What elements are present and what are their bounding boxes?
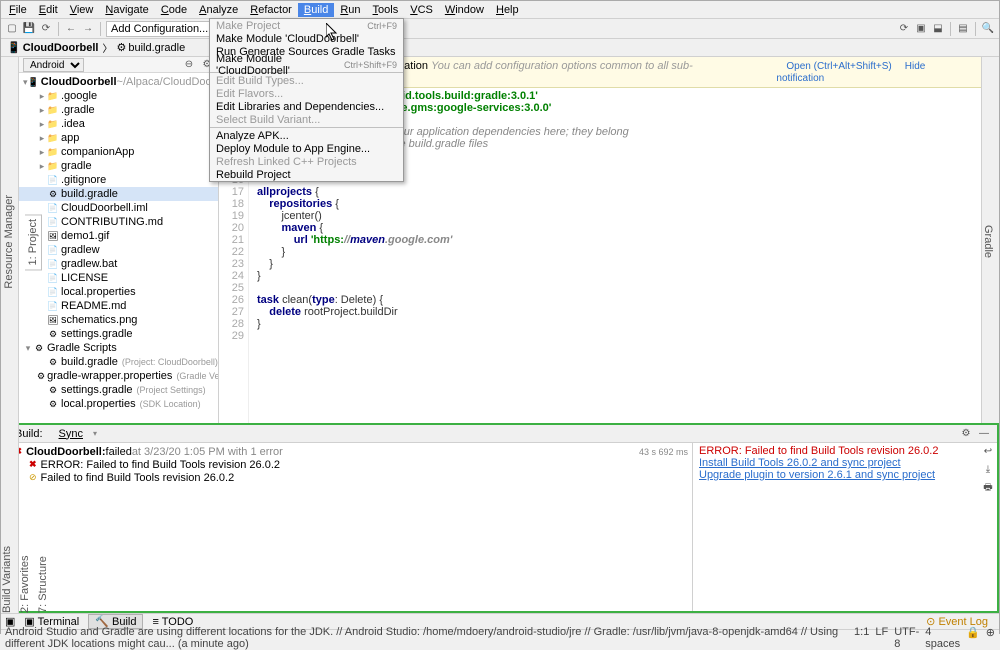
open-project-structure-link[interactable]: Open (Ctrl+Alt+Shift+S) xyxy=(786,61,891,72)
gradle-tab[interactable]: Gradle xyxy=(982,225,994,258)
navigation-bar: 📱 CloudDoorbell〉 ⚙ build.gradle xyxy=(1,39,999,57)
tree-node[interactable]: ▸📁.idea xyxy=(19,117,218,131)
menu-item[interactable]: Make Module 'CloudDoorbell'Ctrl+Shift+F9 xyxy=(210,58,403,71)
menu-file[interactable]: File xyxy=(3,3,33,17)
menu-item[interactable]: Deploy Module to App Engine... xyxy=(210,142,403,155)
memory-icon[interactable]: ⊕ xyxy=(986,626,995,650)
tree-node[interactable]: 📄gradlew xyxy=(19,243,218,257)
tree-node[interactable]: ⚙settings.gradle(Project Settings) xyxy=(19,383,218,397)
tree-node[interactable]: ⚙gradle-wrapper.properties(Gradle Versio… xyxy=(19,369,218,383)
encoding[interactable]: UTF-8 xyxy=(894,626,919,650)
sync-icon[interactable]: ⟳ xyxy=(897,22,911,36)
build-output[interactable]: ERROR: Failed to find Build Tools revisi… xyxy=(693,443,997,611)
tree-node[interactable]: ▸📁companionApp xyxy=(19,145,218,159)
menu-analyze[interactable]: Analyze xyxy=(193,3,244,17)
menu-build[interactable]: Build xyxy=(298,3,334,17)
tree-node[interactable]: ▸📁app xyxy=(19,131,218,145)
search-icon[interactable]: 🔍 xyxy=(981,22,995,36)
menu-code[interactable]: Code xyxy=(155,3,193,17)
breadcrumb-file[interactable]: ⚙ build.gradle xyxy=(116,41,185,54)
menu-refactor[interactable]: Refactor xyxy=(244,3,298,17)
build-variants-tab[interactable]: Build Variants xyxy=(1,427,13,613)
project-tree[interactable]: ▾📱CloudDoorbell ~/Alpaca/CloudDoorbell▸📁… xyxy=(19,73,218,413)
structure-tab[interactable]: 7: Structure xyxy=(37,427,49,613)
open-icon[interactable]: ▢ xyxy=(5,22,19,36)
menu-vcs[interactable]: VCS xyxy=(404,3,439,17)
save-icon[interactable]: 💾 xyxy=(22,22,36,36)
line-ending[interactable]: LF xyxy=(875,626,888,650)
forward-icon[interactable]: → xyxy=(81,22,95,36)
back-icon[interactable]: ← xyxy=(64,22,78,36)
tree-node[interactable]: 📄gradlew.bat xyxy=(19,257,218,271)
menu-view[interactable]: View xyxy=(64,3,100,17)
build-tool-window: Build: Sync▾ ⚙ — ▾✖CloudDoorbell: failed… xyxy=(1,423,999,613)
build-tree[interactable]: ▾✖CloudDoorbell: failed at 3/23/20 1:05 … xyxy=(3,443,693,611)
menu-edit[interactable]: Edit xyxy=(33,3,64,17)
menu-item: Make ProjectCtrl+F9 xyxy=(210,19,403,32)
favorites-tab[interactable]: 2: Favorites xyxy=(19,427,31,613)
left-tool-strip: Resource Manager 1: Project xyxy=(1,57,19,423)
tree-node[interactable]: 📄local.properties xyxy=(19,285,218,299)
menu-window[interactable]: Window xyxy=(439,3,490,17)
add-configuration-dropdown[interactable]: Add Configuration...▾ xyxy=(106,21,223,37)
menu-help[interactable]: Help xyxy=(490,3,525,17)
scroll-end-icon[interactable]: ⤓ xyxy=(981,463,995,477)
tree-node[interactable]: 📄LICENSE xyxy=(19,271,218,285)
avd-icon[interactable]: ▣ xyxy=(914,22,928,36)
breadcrumb-project[interactable]: 📱 CloudDoorbell xyxy=(7,41,98,54)
collapse-icon[interactable]: ⊖ xyxy=(182,58,196,72)
sync-tab[interactable]: Sync xyxy=(53,427,89,441)
tree-node[interactable]: 📄README.md xyxy=(19,299,218,313)
tree-node[interactable]: 📄CloudDoorbell.iml xyxy=(19,201,218,215)
project-header: Android ⊖ ⚙ xyxy=(19,57,218,73)
status-message: Android Studio and Gradle are using diff… xyxy=(5,626,854,650)
menu-item[interactable]: Edit Libraries and Dependencies... xyxy=(210,100,403,113)
menu-navigate[interactable]: Navigate xyxy=(99,3,154,17)
install-build-tools-link[interactable]: Install Build Tools 26.0.2 and sync proj… xyxy=(699,457,991,469)
menubar: FileEditViewNavigateCodeAnalyzeRefactorB… xyxy=(1,1,999,19)
tree-node[interactable]: ▸📁gradle xyxy=(19,159,218,173)
sdk-icon[interactable]: ⬓ xyxy=(931,22,945,36)
menu-item[interactable]: Analyze APK... xyxy=(210,129,403,142)
structure-icon[interactable]: ▤ xyxy=(956,22,970,36)
menu-run[interactable]: Run xyxy=(334,3,366,17)
upgrade-plugin-link[interactable]: Upgrade plugin to version 2.6.1 and sync… xyxy=(699,469,991,481)
project-tab[interactable]: 1: Project xyxy=(25,214,42,270)
toolbar: ▢ 💾 ⟳ ← → Add Configuration...▾ ▶ 🐞 ⟳ ▣ … xyxy=(1,19,999,39)
gear-icon[interactable]: ⚙ xyxy=(959,427,973,441)
project-view-selector[interactable]: Android xyxy=(23,58,84,72)
tree-node[interactable]: ⚙build.gradle xyxy=(19,187,218,201)
tree-node[interactable]: ▸📁.google xyxy=(19,89,218,103)
caret-position: 1:1 xyxy=(854,626,869,650)
tree-node[interactable]: 📄CONTRIBUTING.md xyxy=(19,215,218,229)
menu-item: Refresh Linked C++ Projects xyxy=(210,155,403,168)
refresh-icon[interactable]: ⟳ xyxy=(39,22,53,36)
tree-node[interactable]: 🖼demo1.gif xyxy=(19,229,218,243)
soft-wrap-icon[interactable]: ↩ xyxy=(981,445,995,459)
tree-node[interactable]: 🖼schematics.png xyxy=(19,313,218,327)
menu-item[interactable]: Rebuild Project xyxy=(210,168,403,181)
indent[interactable]: 4 spaces xyxy=(925,626,960,650)
tree-node[interactable]: ⚙build.gradle(Project: CloudDoorbell) xyxy=(19,355,218,369)
menu-item: Edit Flavors... xyxy=(210,87,403,100)
resource-manager-tab[interactable]: Resource Manager xyxy=(1,191,17,293)
print-icon[interactable]: 🖶 xyxy=(981,481,995,495)
menu-tools[interactable]: Tools xyxy=(367,3,405,17)
right-tool-strip: Gradle xyxy=(981,57,999,423)
project-tool-window: Android ⊖ ⚙ ▾📱CloudDoorbell ~/Alpaca/Clo… xyxy=(19,57,219,423)
menu-item: Select Build Variant... xyxy=(210,113,403,126)
menu-item[interactable]: Make Module 'CloudDoorbell' xyxy=(210,32,403,45)
tree-node[interactable]: ▸📁.gradle xyxy=(19,103,218,117)
tree-node[interactable]: 📄.gitignore xyxy=(19,173,218,187)
lock-icon[interactable]: 🔒 xyxy=(966,626,980,650)
build-menu-dropdown: Make ProjectCtrl+F9Make Module 'CloudDoo… xyxy=(209,18,404,182)
hide-icon[interactable]: — xyxy=(977,427,991,441)
tree-node[interactable]: ⚙local.properties(SDK Location) xyxy=(19,397,218,411)
left-tool-strip-lower: Build Variants 2: Favorites 7: Structure xyxy=(1,423,19,613)
status-bar: Android Studio and Gradle are using diff… xyxy=(1,629,999,645)
tree-node[interactable]: ⚙settings.gradle xyxy=(19,327,218,341)
